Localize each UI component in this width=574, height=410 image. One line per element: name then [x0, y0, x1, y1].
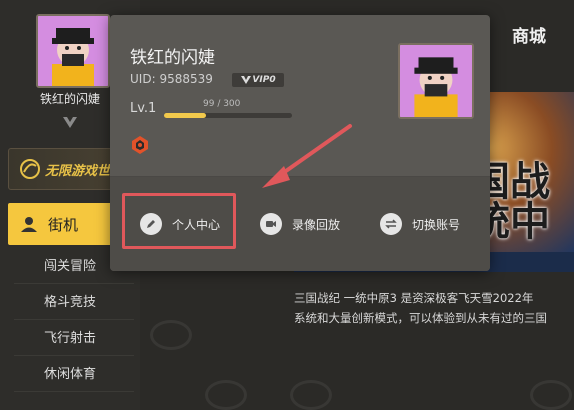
- exp-bar-fill: [164, 113, 207, 118]
- level-label: Lv.1: [130, 101, 157, 116]
- replay-label: 录像回放: [292, 217, 341, 232]
- popup-header: 铁红的闪婕 UID: 9588539 VIP0 Lv.1 99 / 300: [110, 15, 490, 177]
- vip-tag[interactable]: VIP0: [232, 73, 284, 87]
- nav-sub-item[interactable]: 休闲体育: [14, 358, 134, 392]
- switch-account-label: 切换账号: [412, 217, 461, 232]
- desc-line: 系统和大量创新模式，可以体验到从未有过的三国: [294, 311, 547, 325]
- nav-sub-item[interactable]: 格斗竞技: [14, 286, 134, 320]
- uid-label: UID:: [130, 72, 156, 86]
- popup-uid: UID: 9588539: [130, 72, 213, 86]
- vip-label: VIP0: [252, 75, 276, 85]
- store-title[interactable]: 商城: [512, 22, 546, 47]
- nav-arcade-label: 街机: [48, 215, 79, 234]
- switch-icon: [380, 213, 402, 235]
- bg-logo-icon: [150, 320, 192, 350]
- popup-username: 铁红的闪婕: [130, 48, 215, 68]
- profile-center-label: 个人中心: [172, 217, 221, 232]
- bg-logo-icon: [290, 380, 332, 410]
- exp-text: 99 / 300: [203, 99, 241, 109]
- video-icon: [260, 213, 282, 235]
- bg-logo-icon: [530, 380, 572, 410]
- switch-account-button[interactable]: 切换账号: [380, 209, 460, 239]
- vip-chevron-icon: [241, 76, 252, 84]
- desc-line: 三国战纪 一统中原3 是资深极客飞天雪2022年: [294, 291, 534, 305]
- popup-avatar[interactable]: [398, 43, 474, 119]
- promo-label: 无限游戏世: [45, 163, 111, 179]
- nav-sub-item[interactable]: 飞行射击: [14, 322, 134, 356]
- pencil-icon: [140, 213, 162, 235]
- game-description: 三国战纪 一统中原3 是资深极客飞天雪2022年 系统和大量创新模式，可以体验到…: [294, 288, 574, 328]
- exp-bar: [164, 113, 292, 118]
- user-icon: [21, 217, 37, 232]
- avatar[interactable]: [36, 14, 110, 88]
- uid-value: 9588539: [159, 72, 213, 86]
- bg-logo-icon: [205, 380, 247, 410]
- honor-badge-icon[interactable]: [130, 135, 150, 155]
- promo-logo-icon: [20, 159, 40, 179]
- profile-center-button[interactable]: 个人中心: [140, 209, 220, 239]
- profile-popup: 铁红的闪婕 UID: 9588539 VIP0 Lv.1 99 / 300 个人…: [110, 15, 490, 271]
- popup-actions: 个人中心 录像回放 切换账号: [110, 177, 490, 271]
- vip-chevron-icon[interactable]: [61, 114, 79, 132]
- avatar-image: [38, 16, 108, 86]
- replay-button[interactable]: 录像回放: [260, 209, 340, 239]
- avatar-image: [400, 45, 472, 117]
